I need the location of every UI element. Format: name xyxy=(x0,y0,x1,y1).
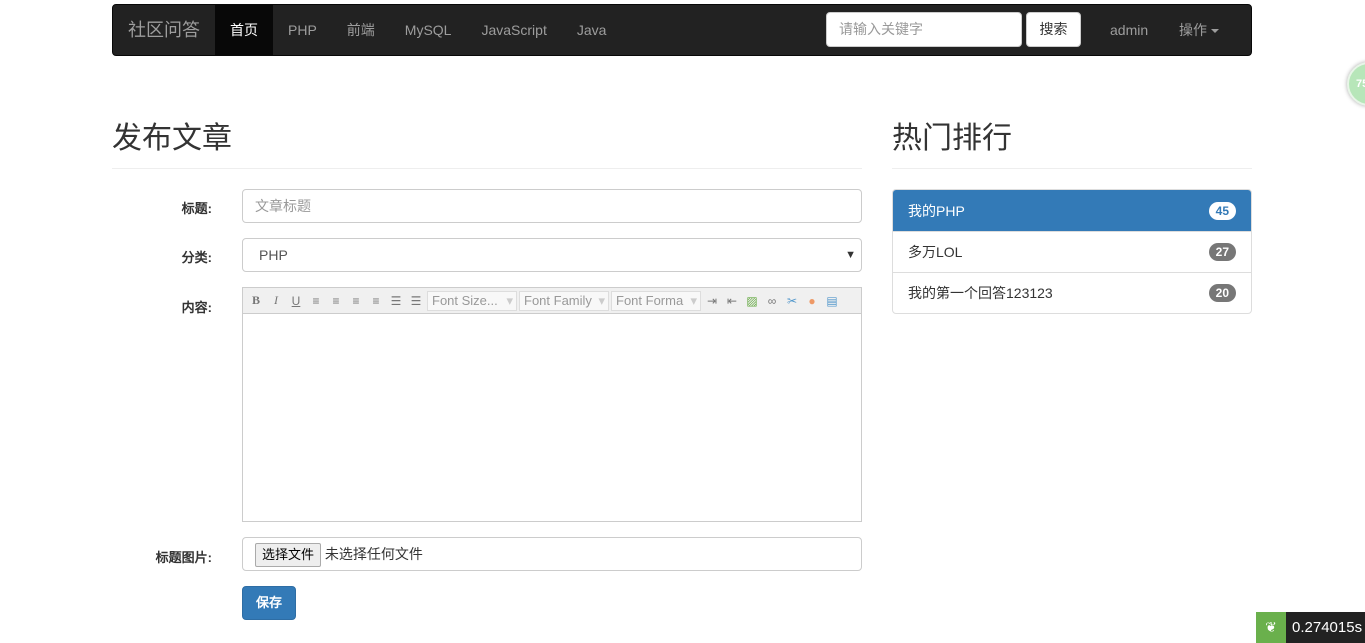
ops-dropdown[interactable]: 操作 xyxy=(1179,5,1219,55)
ordered-list-icon[interactable]: ☰ xyxy=(387,294,405,308)
list-item[interactable]: 我的PHP 45 xyxy=(893,190,1251,231)
align-left-icon[interactable]: ≡ xyxy=(307,294,325,308)
image-label: 标题图片: xyxy=(155,550,212,565)
list-item[interactable]: 多万LOL 27 xyxy=(893,231,1251,272)
html-source-icon[interactable]: ▤ xyxy=(823,294,841,308)
bold-icon[interactable]: B xyxy=(247,293,265,308)
font-size-select[interactable]: Font Size... xyxy=(427,290,517,311)
floating-score-widget[interactable]: 75 xyxy=(1347,62,1365,106)
item-label: 我的PHP xyxy=(908,202,965,219)
trace-bar[interactable]: ❦ 0.274015s xyxy=(1256,612,1365,643)
brand[interactable]: 社区问答 xyxy=(113,5,215,55)
divider xyxy=(892,168,1252,169)
editor-toolbar: B I U ≡ ≡ ≡ ≡ ☰ ☰ Font Size... Font Fami… xyxy=(243,288,861,314)
category-label: 分类: xyxy=(181,250,212,265)
page-title: 发布文章 xyxy=(112,122,232,155)
outdent-icon[interactable]: ⇤ xyxy=(723,294,741,308)
user-link[interactable]: admin xyxy=(1110,5,1148,55)
nav-javascript[interactable]: JavaScript xyxy=(466,5,561,55)
runtime-text: 0.274015s xyxy=(1286,612,1365,643)
ops-label: 操作 xyxy=(1179,22,1207,38)
choose-file-button[interactable]: 选择文件 xyxy=(255,543,322,567)
search-button[interactable]: 搜索 xyxy=(1026,12,1081,47)
title-label: 标题: xyxy=(181,201,212,216)
justify-icon[interactable]: ≡ xyxy=(367,294,385,308)
hot-list: 我的PHP 45 多万LOL 27 我的第一个回答123123 20 xyxy=(892,189,1252,314)
thinkphp-logo-icon: ❦ xyxy=(1256,612,1286,643)
nav-home[interactable]: 首页 xyxy=(215,5,273,55)
count-badge: 45 xyxy=(1208,201,1236,220)
nav-frontend[interactable]: 前端 xyxy=(332,5,390,55)
font-family-select[interactable]: Font Family xyxy=(519,290,609,311)
title-input[interactable]: 文章标题 xyxy=(242,189,862,223)
font-format-select[interactable]: Font Forma xyxy=(611,290,701,311)
indent-icon[interactable]: ⇥ xyxy=(703,294,721,308)
count-badge: 27 xyxy=(1208,243,1236,261)
italic-icon[interactable]: I xyxy=(267,293,285,308)
search-input[interactable]: 请输入关键字 xyxy=(826,12,1022,47)
nav-mysql[interactable]: MySQL xyxy=(390,5,467,55)
file-input[interactable]: 选择文件 未选择任何文件 xyxy=(242,537,862,571)
nav-java[interactable]: Java xyxy=(562,5,622,55)
align-right-icon[interactable]: ≡ xyxy=(347,294,365,308)
item-label: 我的第一个回答123123 xyxy=(908,285,1053,301)
navbar: 社区问答 首页 PHP 前端 MySQL JavaScript Java 请输入… xyxy=(112,4,1252,56)
align-center-icon[interactable]: ≡ xyxy=(327,294,345,308)
item-label: 多万LOL xyxy=(908,244,963,260)
count-badge: 20 xyxy=(1208,284,1236,302)
rich-text-editor: B I U ≡ ≡ ≡ ≡ ☰ ☰ Font Size... Font Fami… xyxy=(242,287,862,522)
caret-down-icon xyxy=(1211,29,1219,34)
image-icon[interactable]: ▨ xyxy=(743,294,761,308)
category-value: PHP xyxy=(259,247,288,263)
list-item[interactable]: 我的第一个回答123123 20 xyxy=(893,272,1251,313)
link-icon[interactable]: ∞ xyxy=(763,294,781,308)
nav-php[interactable]: PHP xyxy=(273,5,332,55)
select-arrow-icon: ▼ xyxy=(845,249,856,261)
color-palette-icon[interactable]: ● xyxy=(803,294,821,308)
divider xyxy=(112,168,862,169)
unordered-list-icon[interactable]: ☰ xyxy=(407,294,425,308)
underline-icon[interactable]: U xyxy=(287,294,305,308)
content-label: 内容: xyxy=(181,300,212,315)
unlink-icon[interactable]: ✂ xyxy=(783,294,801,308)
category-select[interactable]: PHP ▼ xyxy=(242,238,862,272)
file-status: 未选择任何文件 xyxy=(324,546,423,562)
hot-title: 热门排行 xyxy=(892,122,1012,155)
save-button[interactable]: 保存 xyxy=(242,586,296,620)
